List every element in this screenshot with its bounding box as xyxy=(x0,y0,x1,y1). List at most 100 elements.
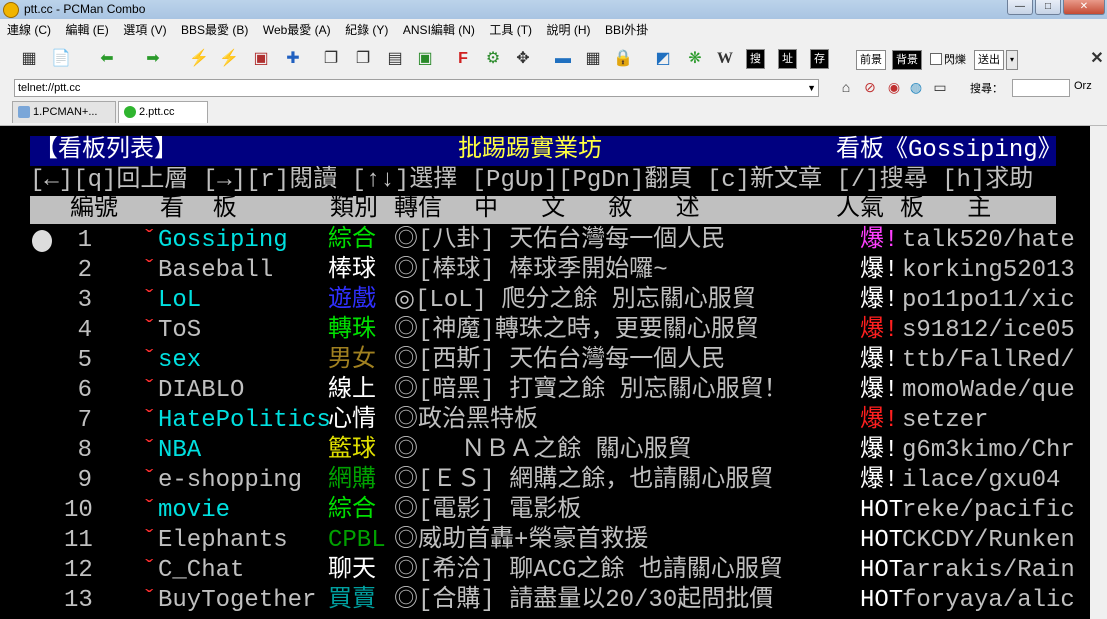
board-list-header: 【看板列表】 批踢踢實業坊 看板《Gossiping》 xyxy=(30,136,1062,166)
board-row[interactable]: 3 ˇ LoL 遊戲 ◎[LoL] 爬分之餘 別忘關心服貿 爆! po11po11/xic xyxy=(30,286,1075,316)
board-popularity: 爆! xyxy=(860,287,899,314)
lock-icon[interactable]: 🔒 xyxy=(612,48,634,70)
board-number: 9 xyxy=(77,467,92,494)
copy-ansi-icon[interactable]: ▤ xyxy=(384,48,406,70)
menu-options[interactable]: 選項 (V) xyxy=(116,19,169,41)
menu-bbs-favorites[interactable]: BBS最愛 (B) xyxy=(174,19,251,41)
settings-gear-icon[interactable]: ⚙ xyxy=(482,48,504,70)
board-mark: ˇ xyxy=(142,557,157,584)
ascii-icon[interactable]: ▦ xyxy=(582,48,604,70)
font-icon[interactable]: F xyxy=(452,48,474,70)
wikipedia-icon[interactable]: W xyxy=(714,48,736,70)
board-mark: ˇ xyxy=(142,407,157,434)
board-moderators: g6m3kimo/Chr xyxy=(902,437,1075,464)
board-number: 5 xyxy=(77,347,92,374)
board-popularity: HOT xyxy=(860,497,904,524)
board-row[interactable]: 6 ˇ DIABLO 線上 ◎[暗黑] 打寶之餘 別忘關心服貿！ 爆! momoWade/q… xyxy=(30,376,1075,406)
address-button[interactable]: 址 xyxy=(778,49,797,69)
screenshot-icon[interactable]: ▣ xyxy=(414,48,436,70)
board-row[interactable]: 2 ˇ Baseball 棒球 ◎[棒球] 棒球季開始囉~ 爆! korking52013 xyxy=(30,256,1075,286)
address-input[interactable]: telnet://ptt.cc ▼ xyxy=(14,79,819,97)
paste-icon[interactable]: ❐ xyxy=(352,48,374,70)
pin-icon[interactable]: ✚ xyxy=(282,48,304,70)
board-name: BuyTogether xyxy=(158,587,317,614)
board-category: 棒球 xyxy=(328,257,376,284)
minimize-button[interactable]: — xyxy=(1007,0,1033,15)
toolbar-close-icon[interactable]: ✕ xyxy=(1086,48,1107,70)
board-row[interactable]: 8 ˇ NBA 籃球 ◎ ＮＢＡ之餘 關心服貿 爆! g6m3kimo/Chr xyxy=(30,436,1075,466)
tab-pcman[interactable]: 1.PCMAN+... xyxy=(12,101,116,123)
home-icon[interactable]: ⌂ xyxy=(836,77,856,97)
blink-checkbox[interactable] xyxy=(930,53,942,65)
forward-arrow-icon[interactable]: ➡ xyxy=(142,48,164,70)
board-row[interactable]: 13 ˇ BuyTogether 買賣 ◎[合購] 請盡量以20/30起問批價 HOT fo… xyxy=(30,586,1075,616)
board-mark: ˇ xyxy=(142,437,157,464)
menu-log[interactable]: 紀錄 (Y) xyxy=(338,19,391,41)
search-button[interactable]: 搜 xyxy=(746,49,765,69)
board-row[interactable]: 1 ˇ Gossiping 綜合 ◎[八卦] 天佑台灣每一個人民 爆! talk520/ha… xyxy=(30,226,1075,256)
menu-bbi-plugins[interactable]: BBI外掛 xyxy=(598,19,651,41)
board-moderators: korking52013 xyxy=(902,257,1075,284)
menu-tools[interactable]: 工具 (T) xyxy=(482,19,535,41)
board-row[interactable]: 4 ˇ ToS 轉珠 ◎[神魔]轉珠之時，更要關心服貿 爆! s91812/ice05 xyxy=(30,316,1075,346)
foreground-color-button[interactable]: 前景 xyxy=(856,50,886,70)
reconnect-icon[interactable]: ⚡ xyxy=(218,48,240,70)
board-category: 男女 xyxy=(328,347,376,374)
terminal-screen[interactable]: 【看板列表】 批踢踢實業坊 看板《Gossiping》 [←][q]回上層 [→… xyxy=(0,126,1107,619)
menu-edit[interactable]: 編輯 (E) xyxy=(58,19,111,41)
search-engine-icon[interactable]: ◩ xyxy=(652,48,674,70)
board-row[interactable]: 12 ˇ C_Chat 聊天 ◎[希洽] 聊ACG之餘 也請關心服貿 HOT arrakis… xyxy=(30,556,1075,586)
col-category: 類別 xyxy=(330,196,378,223)
board-row[interactable]: 10 ˇ movie 綜合 ◎[電影] 電影板 HOT reke/pacific xyxy=(30,496,1075,526)
back-arrow-icon[interactable]: ⬅ xyxy=(96,48,118,70)
board-row[interactable]: 5 ˇ sex 男女 ◎[西斯] 天佑台灣每一個人民 爆! ttb/FallRed/ xyxy=(30,346,1075,376)
board-moderators: reke/pacific xyxy=(902,497,1075,524)
fullscreen-icon[interactable]: ✥ xyxy=(512,48,534,70)
search-input[interactable] xyxy=(1012,79,1070,97)
scrollbar[interactable] xyxy=(1090,126,1107,619)
close-button[interactable]: ✕ xyxy=(1063,0,1105,15)
image-icon[interactable]: ▬ xyxy=(552,48,574,70)
board-row[interactable]: 9 ˇ e-shopping 網購 ◎[ＥＳ] 網購之餘，也請關心服貿 爆! ilace/g… xyxy=(30,466,1061,496)
save-button[interactable]: 存 xyxy=(810,49,829,69)
sites-icon[interactable]: ▦ xyxy=(18,48,40,70)
board-number: 1 xyxy=(77,227,92,254)
board-popularity: HOT xyxy=(860,557,904,584)
menu-help[interactable]: 說明 (H) xyxy=(539,19,593,41)
board-name: Elephants xyxy=(158,527,288,554)
address-bar: telnet://ptt.cc ▼ ⌂ ⊘ ◉ ◍ ▭ 搜尋： Orz xyxy=(0,77,1107,99)
monitor-icon[interactable]: ▭ xyxy=(930,77,950,97)
maximize-button[interactable]: □ xyxy=(1035,0,1061,15)
board-row[interactable]: 7 ˇ HatePolitics 心情 ◎政治黑特板 爆! setzer xyxy=(30,406,1060,436)
menu-connect[interactable]: 連線 (C) xyxy=(0,19,54,41)
header-center: 批踢踢實業坊 xyxy=(458,137,602,164)
board-row[interactable]: 11 ˇ Elephants CPBL ◎威助首轟+榮豪首救援 HOT CKCDY/Runk… xyxy=(30,526,1075,556)
menu-ansi-edit[interactable]: ANSI編輯 (N) xyxy=(396,19,478,41)
new-connection-icon[interactable]: 📄 xyxy=(50,48,72,70)
board-title: ◎[暗黑] 打寶之餘 別忘關心服貿！ xyxy=(394,377,788,404)
refresh-icon[interactable]: ◉ xyxy=(884,77,904,97)
close-connection-icon[interactable]: ▣ xyxy=(250,48,272,70)
board-popularity: HOT xyxy=(860,527,904,554)
stop-icon[interactable]: ⊘ xyxy=(860,77,880,97)
send-button[interactable]: 送出 xyxy=(974,50,1004,70)
address-dropdown-icon[interactable]: ▼ xyxy=(807,80,816,96)
send-dropdown-chevron-icon[interactable]: ▾ xyxy=(1006,50,1018,70)
menu-web-favorites[interactable]: Web最愛 (A) xyxy=(256,19,334,41)
board-popularity: 爆! xyxy=(860,257,899,284)
board-title: ◎ ＮＢＡ之餘 關心服貿 xyxy=(394,437,692,464)
copy-icon[interactable]: ❐ xyxy=(320,48,342,70)
disconnect-icon[interactable]: ⚡ xyxy=(188,48,210,70)
background-color-button[interactable]: 背景 xyxy=(892,50,922,70)
board-number: 4 xyxy=(77,317,92,344)
col-popularity: 人氣 xyxy=(836,196,884,223)
board-mark: ˇ xyxy=(142,317,157,344)
board-title: ◎[ＥＳ] 網購之餘，也請關心服貿 xyxy=(394,467,774,494)
globe-icon[interactable]: ◍ xyxy=(906,77,926,97)
board-category: 心情 xyxy=(328,407,376,434)
search-engine-select[interactable]: Orz xyxy=(1074,80,1092,92)
tab-ptt[interactable]: 2.ptt.cc xyxy=(118,101,208,123)
flower-icon[interactable]: ❋ xyxy=(684,48,706,70)
board-category: 綜合 xyxy=(328,497,376,524)
board-category: 網購 xyxy=(328,467,376,494)
